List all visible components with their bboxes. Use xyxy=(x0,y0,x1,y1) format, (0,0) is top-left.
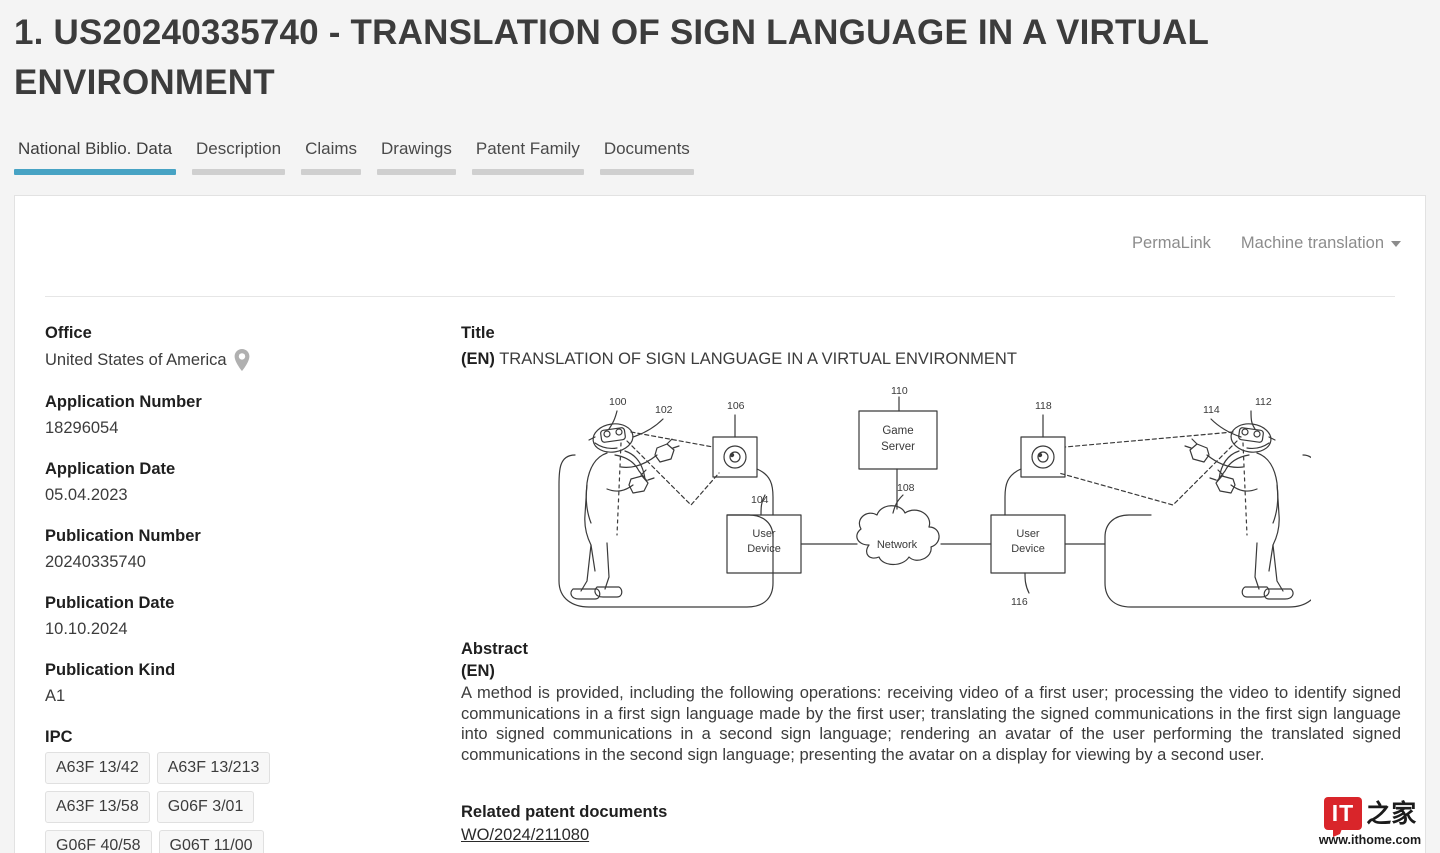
figure-node-label: User xyxy=(752,528,776,540)
related-documents-section: Related patent documents WO/2024/211080 xyxy=(461,801,1401,847)
figure-node-label: Server xyxy=(881,441,915,453)
patent-detail-page: 1. US20240335740 - TRANSLATION OF SIGN L… xyxy=(0,0,1440,853)
figure-ref-106: 106 xyxy=(727,400,745,412)
tab-documents[interactable]: Documents xyxy=(599,138,694,175)
field-value: 10.10.2024 xyxy=(45,620,128,638)
abstract-language-tag: (EN) xyxy=(461,662,495,680)
abstract-section: Abstract (EN) A method is provided, incl… xyxy=(461,638,1401,765)
figure-ref-110: 110 xyxy=(891,385,908,397)
tab-description[interactable]: Description xyxy=(192,138,286,175)
figure-ref-100: 100 xyxy=(609,396,627,408)
field-value: 05.04.2023 xyxy=(45,486,128,504)
field-application-date: Application Date 05.04.2023 xyxy=(45,458,445,506)
field-ipc: IPC A63F 13/42 A63F 13/213 A63F 13/58 G0… xyxy=(45,726,445,853)
tab-national-biblio-data[interactable]: National Biblio. Data xyxy=(14,138,177,175)
tab-label: Claims xyxy=(305,139,358,158)
abstract-label: Abstract xyxy=(461,640,528,658)
field-value: 20240335740 xyxy=(45,553,146,571)
related-documents-label: Related patent documents xyxy=(461,803,668,821)
biblio-column: Office United States of America Applicat… xyxy=(45,322,445,853)
field-publication-kind: Publication Kind A1 xyxy=(45,659,445,707)
language-tag: (EN) xyxy=(461,350,495,368)
field-office: Office United States of America xyxy=(45,322,445,372)
figure-ref-116: 116 xyxy=(1011,596,1028,608)
related-document-link-row: WO/2024/211080 xyxy=(461,823,1401,847)
ipc-tag[interactable]: A63F 13/42 xyxy=(45,752,150,784)
tab-underline xyxy=(599,169,694,175)
office-value-row: United States of America xyxy=(45,348,445,372)
figure-ref-108: 108 xyxy=(897,482,915,494)
tab-underline-active xyxy=(14,169,177,175)
figure-node-label: User xyxy=(1016,528,1040,540)
tab-underline xyxy=(301,169,362,175)
tab-underline xyxy=(471,169,584,175)
field-publication-number: Publication Number 20240335740 xyxy=(45,525,445,573)
permalink-button[interactable]: PermaLink xyxy=(1132,234,1211,253)
field-label: Application Date xyxy=(45,460,176,478)
patent-figure-svg: User Device Network Game Server User Dev… xyxy=(558,385,1311,608)
ipc-tag[interactable]: A63F 13/213 xyxy=(156,752,271,784)
header-divider xyxy=(45,296,1395,297)
tab-label: Documents xyxy=(603,139,690,158)
field-label: Publication Date xyxy=(45,594,175,612)
field-title: Title (EN) TRANSLATION OF SIGN LANGUAGE … xyxy=(461,322,1401,371)
ipc-tag[interactable]: G06F 40/58 xyxy=(45,830,152,853)
field-label: Publication Kind xyxy=(45,661,176,679)
field-value: 18296054 xyxy=(45,419,119,437)
title-text: TRANSLATION OF SIGN LANGUAGE IN A VIRTUA… xyxy=(499,350,1017,368)
field-label: Office xyxy=(45,324,92,342)
patent-figure: User Device Network Game Server User Dev… xyxy=(461,385,1401,630)
figure-ref-114: 114 xyxy=(1203,404,1220,416)
figure-node-label: Network xyxy=(877,539,918,551)
field-label: Publication Number xyxy=(45,527,201,545)
figure-node-label: Device xyxy=(1011,543,1045,555)
figure-ref-102: 102 xyxy=(655,404,673,416)
tab-bar: National Biblio. Data Description Claims… xyxy=(14,138,710,175)
field-label: Title xyxy=(461,324,495,342)
card-actions: PermaLink Machine translation xyxy=(1132,234,1401,253)
tab-underline xyxy=(377,169,456,175)
tab-label: National Biblio. Data xyxy=(18,139,173,158)
figure-node-label: Game xyxy=(882,425,913,437)
field-value: A1 xyxy=(45,687,66,705)
tab-underline xyxy=(192,169,286,175)
chevron-down-icon xyxy=(1391,240,1401,247)
ipc-tag-list: A63F 13/42 A63F 13/213 A63F 13/58 G06F 3… xyxy=(45,752,355,853)
tab-label: Patent Family xyxy=(475,139,580,158)
tab-label: Drawings xyxy=(381,139,452,158)
tab-claims[interactable]: Claims xyxy=(301,138,362,175)
tab-patent-family[interactable]: Patent Family xyxy=(471,138,584,175)
field-label: Application Number xyxy=(45,393,202,411)
field-application-number: Application Number 18296054 xyxy=(45,391,445,439)
ipc-tag[interactable]: G06T 11/00 xyxy=(158,830,264,853)
tab-label: Description xyxy=(196,139,282,158)
figure-ref-118: 118 xyxy=(1035,400,1052,412)
detail-column: Title (EN) TRANSLATION OF SIGN LANGUAGE … xyxy=(461,322,1401,847)
field-value: United States of America xyxy=(45,351,227,369)
title-value-row: (EN) TRANSLATION OF SIGN LANGUAGE IN A V… xyxy=(461,348,1401,371)
field-publication-date: Publication Date 10.10.2024 xyxy=(45,592,445,640)
machine-translation-label: Machine translation xyxy=(1240,234,1384,252)
abstract-text: A method is provided, including the foll… xyxy=(461,684,1401,764)
ipc-tag[interactable]: A63F 13/58 xyxy=(45,791,150,823)
content-card: PermaLink Machine translation Office Uni… xyxy=(14,195,1426,853)
ipc-tag[interactable]: G06F 3/01 xyxy=(156,791,255,823)
map-pin-icon xyxy=(233,348,251,372)
figure-ref-112: 112 xyxy=(1255,396,1272,408)
tab-drawings[interactable]: Drawings xyxy=(377,138,456,175)
figure-ref-104: 104 xyxy=(751,494,769,506)
machine-translation-dropdown[interactable]: Machine translation xyxy=(1241,234,1401,253)
page-title: 1. US20240335740 - TRANSLATION OF SIGN L… xyxy=(14,13,1209,102)
related-document-link[interactable]: WO/2024/211080 xyxy=(461,826,589,844)
figure-node-label: Device xyxy=(747,543,781,555)
field-label: IPC xyxy=(45,728,73,746)
